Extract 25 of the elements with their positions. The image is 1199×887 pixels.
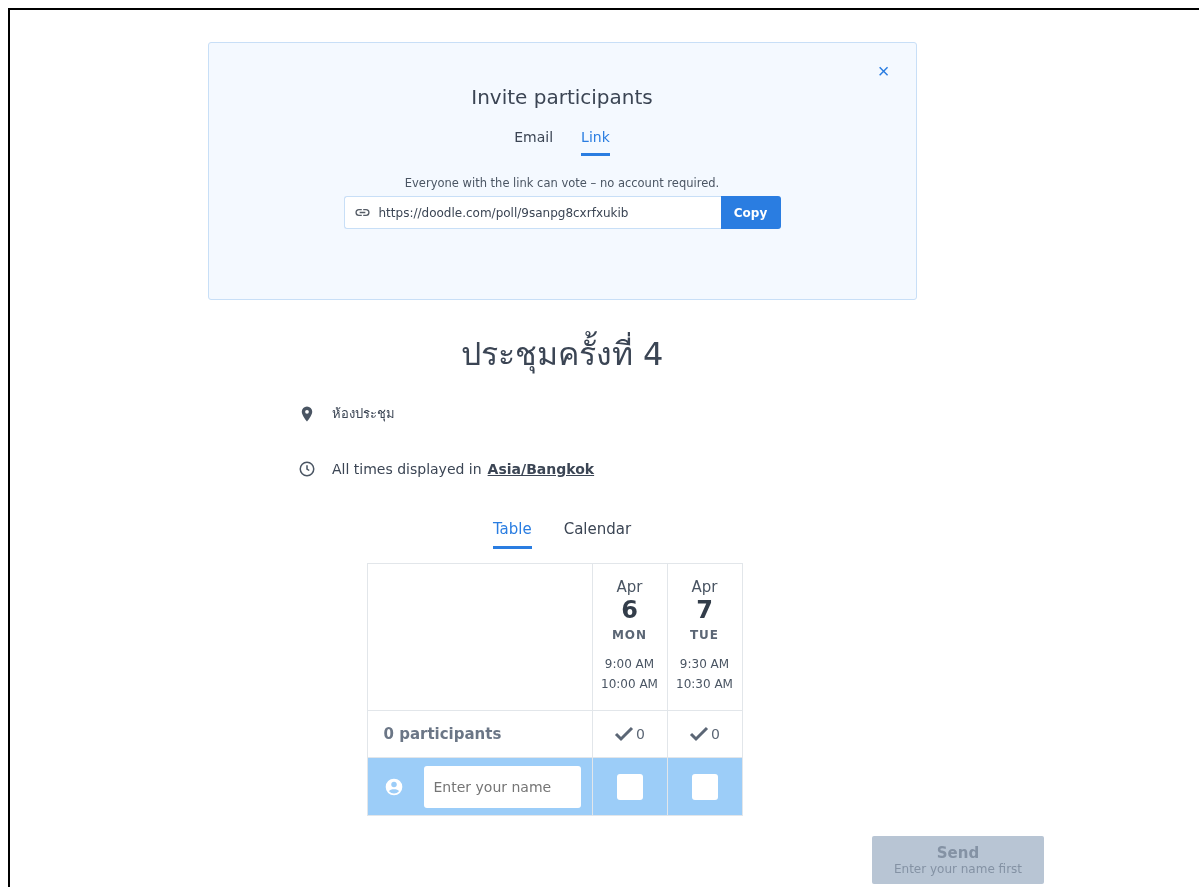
tab[interactable]: Email — [514, 125, 554, 156]
close-button[interactable]: × — [873, 59, 894, 83]
checkbox[interactable] — [691, 773, 718, 800]
check-icon — [614, 726, 635, 742]
checkbox[interactable] — [616, 773, 643, 800]
date-header: Apr 6 MON 9:00 AM 10:00 AM — [592, 564, 667, 710]
vote-count: 0 — [592, 711, 667, 757]
date-header: Apr 7 TUE 9:30 AM 10:30 AM — [667, 564, 742, 710]
name-field[interactable]: Enter your name — [423, 765, 581, 808]
user-icon — [383, 776, 404, 797]
timezone-text: All times displayed in — [332, 461, 482, 477]
dialog-title: Invite participants — [471, 85, 653, 109]
vote-count: 0 — [667, 711, 742, 757]
link-field[interactable]: https://doodle.com/poll/9sanpg8cxrfxukib — [343, 196, 721, 229]
tab[interactable]: Table — [492, 516, 532, 549]
tab[interactable]: Link — [581, 125, 610, 156]
location-text: ห้องประชุม — [332, 405, 395, 424]
check-icon — [689, 726, 710, 742]
hint-text: Everyone with the link can vote – no account required. — [404, 176, 720, 190]
copy-button[interactable]: Copy — [720, 196, 781, 229]
clock-icon — [298, 460, 316, 478]
timezone-link[interactable]: Asia/Bangkok — [487, 461, 595, 477]
tab[interactable]: Calendar — [563, 516, 632, 549]
participants-count: 0 participants — [367, 711, 592, 757]
poll-title: ประชุมครั้งที่ 4 — [460, 328, 664, 379]
